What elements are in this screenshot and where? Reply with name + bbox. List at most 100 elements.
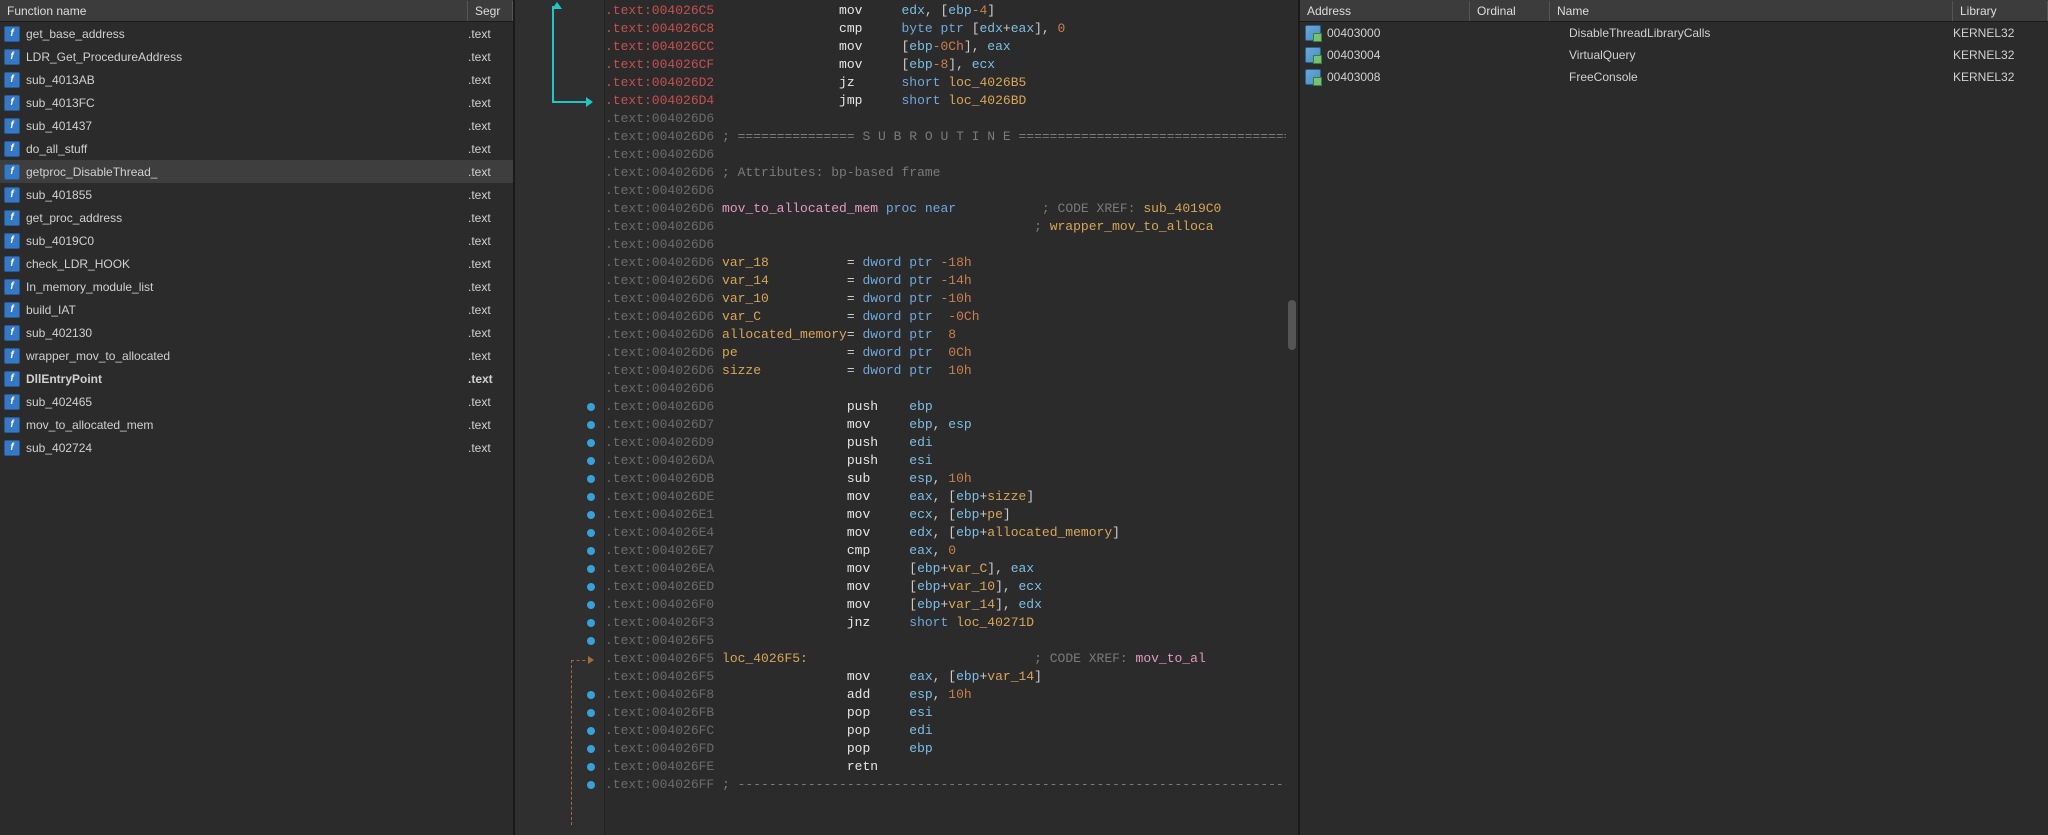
code-line[interactable]: .text:004026D6 var_C = dword ptr -0Ch <box>605 308 1286 326</box>
breakpoint-dot[interactable] <box>587 763 595 771</box>
functions-header-segment[interactable]: Segr <box>468 1 513 21</box>
code-line[interactable]: .text:004026E1 mov ecx, [ebp+pe] <box>605 506 1286 524</box>
breakpoint-dot[interactable] <box>587 727 595 735</box>
breakpoint-dot[interactable] <box>587 565 595 573</box>
code-line[interactable]: .text:004026D6 ; =============== S U B R… <box>605 128 1286 146</box>
scrollbar-thumb[interactable] <box>1288 300 1296 350</box>
code-line[interactable]: .text:004026D6 <box>605 110 1286 128</box>
code-line[interactable]: .text:004026D6 var_14 = dword ptr -14h <box>605 272 1286 290</box>
function-row[interactable]: fcheck_LDR_HOOK.text <box>0 252 513 275</box>
code-line[interactable]: .text:004026D7 mov ebp, esp <box>605 416 1286 434</box>
function-row[interactable]: fsub_402465.text <box>0 390 513 413</box>
code-line[interactable]: .text:004026FF ; -----------------------… <box>605 776 1286 794</box>
functions-header-name[interactable]: Function name <box>0 1 468 21</box>
function-row[interactable]: fDllEntryPoint.text <box>0 367 513 390</box>
function-row[interactable]: fget_base_address.text <box>0 22 513 45</box>
breakpoint-dot[interactable] <box>587 781 595 789</box>
function-row[interactable]: fsub_4019C0.text <box>0 229 513 252</box>
breakpoint-dot[interactable] <box>587 637 595 645</box>
code-line[interactable]: .text:004026FE retn <box>605 758 1286 776</box>
code-line[interactable]: .text:004026D9 push edi <box>605 434 1286 452</box>
function-row[interactable]: fsub_401437.text <box>0 114 513 137</box>
code-line[interactable]: .text:004026D6 <box>605 146 1286 164</box>
imports-header-ordinal[interactable]: Ordinal <box>1470 1 1550 21</box>
imports-header-address[interactable]: Address <box>1300 1 1470 21</box>
code-line[interactable]: .text:004026FB pop esi <box>605 704 1286 722</box>
import-row[interactable]: 00403004VirtualQueryKERNEL32 <box>1300 44 2048 66</box>
function-icon: f <box>4 233 20 249</box>
breakpoint-dot[interactable] <box>587 475 595 483</box>
code-line[interactable]: .text:004026EA mov [ebp+var_C], eax <box>605 560 1286 578</box>
breakpoint-dot[interactable] <box>587 745 595 753</box>
disassembly-panel[interactable]: .text:004026C5 mov edx, [ebp-4].text:004… <box>515 0 1300 835</box>
breakpoint-dot[interactable] <box>587 547 595 555</box>
function-row[interactable]: fwrapper_mov_to_allocated.text <box>0 344 513 367</box>
code-line[interactable]: .text:004026D6 mov_to_allocated_mem proc… <box>605 200 1286 218</box>
imports-header-library[interactable]: Library <box>1953 1 2048 21</box>
code-line[interactable]: .text:004026D6 push ebp <box>605 398 1286 416</box>
breakpoint-dot[interactable] <box>587 403 595 411</box>
breakpoint-dot[interactable] <box>587 583 595 591</box>
code-line[interactable]: .text:004026D6 <box>605 380 1286 398</box>
import-row[interactable]: 00403008FreeConsoleKERNEL32 <box>1300 66 2048 88</box>
code-line[interactable]: .text:004026FC pop edi <box>605 722 1286 740</box>
function-row[interactable]: fsub_4013FC.text <box>0 91 513 114</box>
function-row[interactable]: fIn_memory_module_list.text <box>0 275 513 298</box>
function-row[interactable]: fget_proc_address.text <box>0 206 513 229</box>
function-name: sub_402130 <box>26 326 468 340</box>
code-line[interactable]: .text:004026D6 var_18 = dword ptr -18h <box>605 254 1286 272</box>
code-line[interactable]: .text:004026D6 var_10 = dword ptr -10h <box>605 290 1286 308</box>
code-line[interactable]: .text:004026DE mov eax, [ebp+sizze] <box>605 488 1286 506</box>
function-name: getproc_DisableThread_ <box>26 165 468 179</box>
disassembly-code[interactable]: .text:004026C5 mov edx, [ebp-4].text:004… <box>605 0 1286 835</box>
function-row[interactable]: fLDR_Get_ProcedureAddress.text <box>0 45 513 68</box>
breakpoint-dot[interactable] <box>587 457 595 465</box>
code-line[interactable]: .text:004026CC mov [ebp-0Ch], eax <box>605 38 1286 56</box>
code-line[interactable]: .text:004026D2 jz short loc_4026B5 <box>605 74 1286 92</box>
code-line[interactable]: .text:004026D6 allocated_memory= dword p… <box>605 326 1286 344</box>
breakpoint-dot[interactable] <box>587 439 595 447</box>
code-line[interactable]: .text:004026C5 mov edx, [ebp-4] <box>605 2 1286 20</box>
imports-header-name[interactable]: Name <box>1550 1 1953 21</box>
import-row[interactable]: 00403000DisableThreadLibraryCallsKERNEL3… <box>1300 22 2048 44</box>
code-line[interactable]: .text:004026F3 jnz short loc_40271D <box>605 614 1286 632</box>
function-row[interactable]: fgetproc_DisableThread_.text <box>0 160 513 183</box>
function-row[interactable]: fsub_402724.text <box>0 436 513 459</box>
breakpoint-dot[interactable] <box>587 709 595 717</box>
code-line[interactable]: .text:004026F8 add esp, 10h <box>605 686 1286 704</box>
breakpoint-dot[interactable] <box>587 493 595 501</box>
function-row[interactable]: fbuild_IAT.text <box>0 298 513 321</box>
function-row[interactable]: fmov_to_allocated_mem.text <box>0 413 513 436</box>
breakpoint-dot[interactable] <box>587 601 595 609</box>
breakpoint-dot[interactable] <box>587 421 595 429</box>
breakpoint-dot[interactable] <box>587 691 595 699</box>
code-line[interactable]: .text:004026C8 cmp byte ptr [edx+eax], 0 <box>605 20 1286 38</box>
code-line[interactable]: .text:004026ED mov [ebp+var_10], ecx <box>605 578 1286 596</box>
code-line[interactable]: .text:004026F5 <box>605 632 1286 650</box>
function-row[interactable]: fsub_4013AB.text <box>0 68 513 91</box>
code-line[interactable]: .text:004026D6 sizze = dword ptr 10h <box>605 362 1286 380</box>
code-line[interactable]: .text:004026D6 pe = dword ptr 0Ch <box>605 344 1286 362</box>
code-line[interactable]: .text:004026CF mov [ebp-8], ecx <box>605 56 1286 74</box>
code-line[interactable]: .text:004026DA push esi <box>605 452 1286 470</box>
breakpoint-dot[interactable] <box>587 511 595 519</box>
function-row[interactable]: fsub_401855.text <box>0 183 513 206</box>
code-line[interactable]: .text:004026E4 mov edx, [ebp+allocated_m… <box>605 524 1286 542</box>
code-line[interactable]: .text:004026E7 cmp eax, 0 <box>605 542 1286 560</box>
code-line[interactable]: .text:004026D4 jmp short loc_4026BD <box>605 92 1286 110</box>
code-line[interactable]: .text:004026FD pop ebp <box>605 740 1286 758</box>
breakpoint-dot[interactable] <box>587 529 595 537</box>
imports-list[interactable]: 00403000DisableThreadLibraryCallsKERNEL3… <box>1300 22 2048 835</box>
code-line[interactable]: .text:004026F0 mov [ebp+var_14], edx <box>605 596 1286 614</box>
function-row[interactable]: fsub_402130.text <box>0 321 513 344</box>
breakpoint-dot[interactable] <box>587 619 595 627</box>
code-line[interactable]: .text:004026D6 ; Attributes: bp-based fr… <box>605 164 1286 182</box>
code-line[interactable]: .text:004026DB sub esp, 10h <box>605 470 1286 488</box>
code-line[interactable]: .text:004026F5 loc_4026F5: ; CODE XREF: … <box>605 650 1286 668</box>
functions-list[interactable]: fget_base_address.textfLDR_Get_Procedure… <box>0 22 513 835</box>
code-line[interactable]: .text:004026D6 ; wrapper_mov_to_alloca <box>605 218 1286 236</box>
code-line[interactable]: .text:004026F5 mov eax, [ebp+var_14] <box>605 668 1286 686</box>
code-line[interactable]: .text:004026D6 <box>605 236 1286 254</box>
function-row[interactable]: fdo_all_stuff.text <box>0 137 513 160</box>
code-line[interactable]: .text:004026D6 <box>605 182 1286 200</box>
